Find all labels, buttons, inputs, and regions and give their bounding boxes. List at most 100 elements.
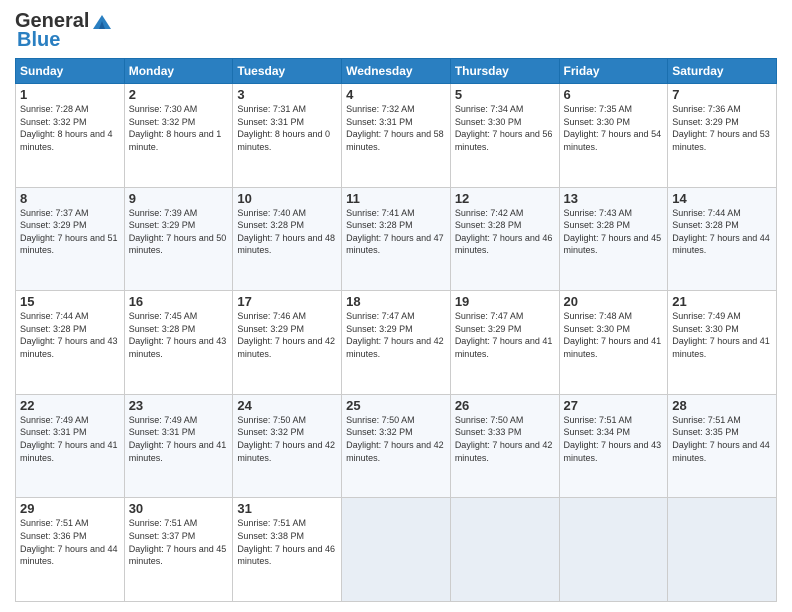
day-info: Sunrise: 7:32 AMSunset: 3:31 PMDaylight:…: [346, 103, 446, 153]
day-cell: 17 Sunrise: 7:46 AMSunset: 3:29 PMDaylig…: [233, 291, 342, 395]
day-info: Sunrise: 7:47 AMSunset: 3:29 PMDaylight:…: [455, 310, 555, 360]
day-info: Sunrise: 7:48 AMSunset: 3:30 PMDaylight:…: [564, 310, 664, 360]
weekday-header-wednesday: Wednesday: [342, 59, 451, 84]
day-info: Sunrise: 7:28 AMSunset: 3:32 PMDaylight:…: [20, 103, 120, 153]
day-number: 28: [672, 398, 772, 413]
day-cell: 19 Sunrise: 7:47 AMSunset: 3:29 PMDaylig…: [450, 291, 559, 395]
logo-icon: [91, 11, 113, 33]
day-info: Sunrise: 7:36 AMSunset: 3:29 PMDaylight:…: [672, 103, 772, 153]
day-info: Sunrise: 7:45 AMSunset: 3:28 PMDaylight:…: [129, 310, 229, 360]
day-info: Sunrise: 7:51 AMSunset: 3:38 PMDaylight:…: [237, 517, 337, 567]
day-cell: 27 Sunrise: 7:51 AMSunset: 3:34 PMDaylig…: [559, 394, 668, 498]
day-number: 18: [346, 294, 446, 309]
day-info: Sunrise: 7:50 AMSunset: 3:32 PMDaylight:…: [346, 414, 446, 464]
day-cell: 30 Sunrise: 7:51 AMSunset: 3:37 PMDaylig…: [124, 498, 233, 602]
day-number: 20: [564, 294, 664, 309]
day-info: Sunrise: 7:50 AMSunset: 3:32 PMDaylight:…: [237, 414, 337, 464]
day-info: Sunrise: 7:44 AMSunset: 3:28 PMDaylight:…: [20, 310, 120, 360]
day-cell: 23 Sunrise: 7:49 AMSunset: 3:31 PMDaylig…: [124, 394, 233, 498]
day-number: 2: [129, 87, 229, 102]
day-cell: 8 Sunrise: 7:37 AMSunset: 3:29 PMDayligh…: [16, 187, 125, 291]
day-number: 11: [346, 191, 446, 206]
day-cell: 31 Sunrise: 7:51 AMSunset: 3:38 PMDaylig…: [233, 498, 342, 602]
day-info: Sunrise: 7:43 AMSunset: 3:28 PMDaylight:…: [564, 207, 664, 257]
header: General Blue: [15, 10, 777, 52]
day-cell: 2 Sunrise: 7:30 AMSunset: 3:32 PMDayligh…: [124, 84, 233, 188]
day-cell: 15 Sunrise: 7:44 AMSunset: 3:28 PMDaylig…: [16, 291, 125, 395]
logo-text-blue: Blue: [17, 29, 60, 52]
day-cell: 26 Sunrise: 7:50 AMSunset: 3:33 PMDaylig…: [450, 394, 559, 498]
day-number: 13: [564, 191, 664, 206]
day-info: Sunrise: 7:51 AMSunset: 3:36 PMDaylight:…: [20, 517, 120, 567]
day-number: 22: [20, 398, 120, 413]
day-info: Sunrise: 7:50 AMSunset: 3:33 PMDaylight:…: [455, 414, 555, 464]
week-row-4: 22 Sunrise: 7:49 AMSunset: 3:31 PMDaylig…: [16, 394, 777, 498]
day-cell: 28 Sunrise: 7:51 AMSunset: 3:35 PMDaylig…: [668, 394, 777, 498]
day-number: 9: [129, 191, 229, 206]
day-cell: 3 Sunrise: 7:31 AMSunset: 3:31 PMDayligh…: [233, 84, 342, 188]
week-row-3: 15 Sunrise: 7:44 AMSunset: 3:28 PMDaylig…: [16, 291, 777, 395]
day-number: 17: [237, 294, 337, 309]
day-cell: 6 Sunrise: 7:35 AMSunset: 3:30 PMDayligh…: [559, 84, 668, 188]
day-cell: [342, 498, 451, 602]
day-cell: 29 Sunrise: 7:51 AMSunset: 3:36 PMDaylig…: [16, 498, 125, 602]
day-number: 1: [20, 87, 120, 102]
day-cell: 13 Sunrise: 7:43 AMSunset: 3:28 PMDaylig…: [559, 187, 668, 291]
week-row-1: 1 Sunrise: 7:28 AMSunset: 3:32 PMDayligh…: [16, 84, 777, 188]
day-number: 15: [20, 294, 120, 309]
day-cell: 12 Sunrise: 7:42 AMSunset: 3:28 PMDaylig…: [450, 187, 559, 291]
day-cell: 24 Sunrise: 7:50 AMSunset: 3:32 PMDaylig…: [233, 394, 342, 498]
day-cell: 11 Sunrise: 7:41 AMSunset: 3:28 PMDaylig…: [342, 187, 451, 291]
calendar-table: SundayMondayTuesdayWednesdayThursdayFrid…: [15, 58, 777, 602]
day-info: Sunrise: 7:51 AMSunset: 3:37 PMDaylight:…: [129, 517, 229, 567]
day-cell: 7 Sunrise: 7:36 AMSunset: 3:29 PMDayligh…: [668, 84, 777, 188]
day-cell: [559, 498, 668, 602]
day-number: 19: [455, 294, 555, 309]
day-cell: 21 Sunrise: 7:49 AMSunset: 3:30 PMDaylig…: [668, 291, 777, 395]
day-number: 30: [129, 501, 229, 516]
weekday-header-thursday: Thursday: [450, 59, 559, 84]
day-number: 12: [455, 191, 555, 206]
day-info: Sunrise: 7:31 AMSunset: 3:31 PMDaylight:…: [237, 103, 337, 153]
day-cell: 16 Sunrise: 7:45 AMSunset: 3:28 PMDaylig…: [124, 291, 233, 395]
day-info: Sunrise: 7:49 AMSunset: 3:30 PMDaylight:…: [672, 310, 772, 360]
day-cell: 25 Sunrise: 7:50 AMSunset: 3:32 PMDaylig…: [342, 394, 451, 498]
weekday-header-monday: Monday: [124, 59, 233, 84]
day-info: Sunrise: 7:49 AMSunset: 3:31 PMDaylight:…: [129, 414, 229, 464]
day-number: 8: [20, 191, 120, 206]
day-info: Sunrise: 7:42 AMSunset: 3:28 PMDaylight:…: [455, 207, 555, 257]
week-row-2: 8 Sunrise: 7:37 AMSunset: 3:29 PMDayligh…: [16, 187, 777, 291]
day-number: 14: [672, 191, 772, 206]
day-info: Sunrise: 7:47 AMSunset: 3:29 PMDaylight:…: [346, 310, 446, 360]
weekday-header-tuesday: Tuesday: [233, 59, 342, 84]
day-cell: 22 Sunrise: 7:49 AMSunset: 3:31 PMDaylig…: [16, 394, 125, 498]
day-number: 16: [129, 294, 229, 309]
day-cell: 9 Sunrise: 7:39 AMSunset: 3:29 PMDayligh…: [124, 187, 233, 291]
logo: General Blue: [15, 10, 113, 52]
day-info: Sunrise: 7:40 AMSunset: 3:28 PMDaylight:…: [237, 207, 337, 257]
weekday-header-sunday: Sunday: [16, 59, 125, 84]
day-info: Sunrise: 7:49 AMSunset: 3:31 PMDaylight:…: [20, 414, 120, 464]
day-cell: 5 Sunrise: 7:34 AMSunset: 3:30 PMDayligh…: [450, 84, 559, 188]
day-info: Sunrise: 7:46 AMSunset: 3:29 PMDaylight:…: [237, 310, 337, 360]
week-row-5: 29 Sunrise: 7:51 AMSunset: 3:36 PMDaylig…: [16, 498, 777, 602]
day-cell: [668, 498, 777, 602]
day-info: Sunrise: 7:37 AMSunset: 3:29 PMDaylight:…: [20, 207, 120, 257]
day-info: Sunrise: 7:51 AMSunset: 3:34 PMDaylight:…: [564, 414, 664, 464]
day-number: 21: [672, 294, 772, 309]
day-number: 7: [672, 87, 772, 102]
weekday-header-saturday: Saturday: [668, 59, 777, 84]
day-info: Sunrise: 7:39 AMSunset: 3:29 PMDaylight:…: [129, 207, 229, 257]
day-number: 23: [129, 398, 229, 413]
day-number: 3: [237, 87, 337, 102]
weekday-header-friday: Friday: [559, 59, 668, 84]
day-info: Sunrise: 7:44 AMSunset: 3:28 PMDaylight:…: [672, 207, 772, 257]
day-cell: 20 Sunrise: 7:48 AMSunset: 3:30 PMDaylig…: [559, 291, 668, 395]
day-number: 29: [20, 501, 120, 516]
day-info: Sunrise: 7:34 AMSunset: 3:30 PMDaylight:…: [455, 103, 555, 153]
day-number: 5: [455, 87, 555, 102]
day-cell: 4 Sunrise: 7:32 AMSunset: 3:31 PMDayligh…: [342, 84, 451, 188]
day-cell: 14 Sunrise: 7:44 AMSunset: 3:28 PMDaylig…: [668, 187, 777, 291]
page: General Blue SundayMondayTuesdayWednesda…: [0, 0, 792, 612]
day-cell: 10 Sunrise: 7:40 AMSunset: 3:28 PMDaylig…: [233, 187, 342, 291]
